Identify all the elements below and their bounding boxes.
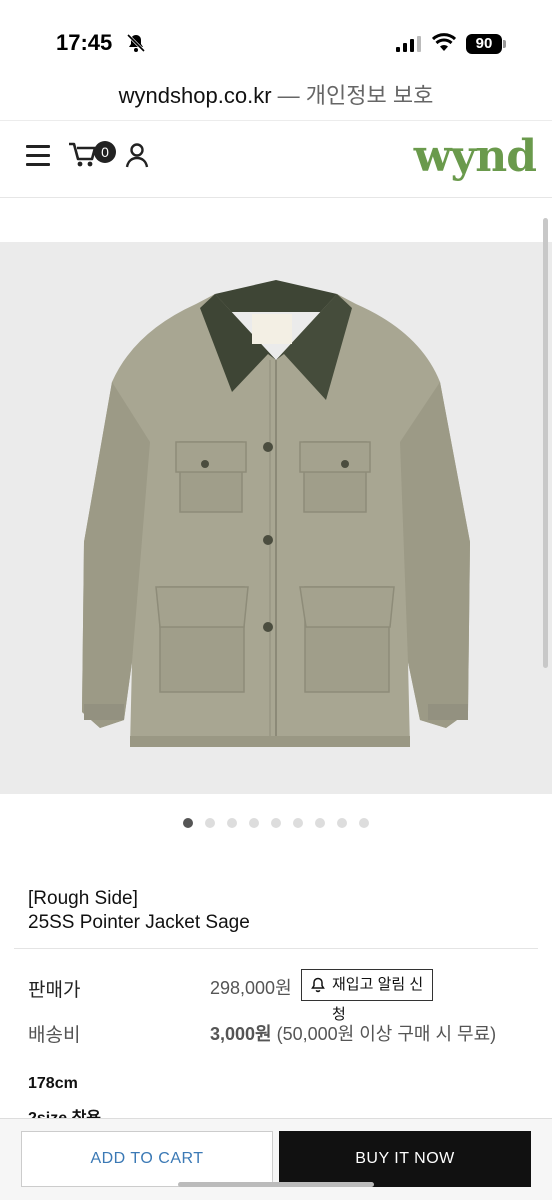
carousel-dot[interactable] (249, 818, 259, 828)
carousel-dot[interactable] (205, 818, 215, 828)
shipping-label: 배송비 (28, 1025, 81, 1046)
carousel-dot[interactable] (359, 818, 369, 828)
carousel-dot[interactable] (293, 818, 303, 828)
url-domain: wyndshop.co.kr (118, 83, 272, 108)
carousel-dot[interactable] (315, 818, 325, 828)
browser-url-bar[interactable]: wyndshop.co.kr — 개인정보 보호 (0, 78, 552, 118)
battery-indicator: 90 (466, 34, 502, 54)
sticky-action-bar: ADD TO CART BUY IT NOW (0, 1118, 552, 1200)
divider (14, 948, 538, 949)
product-brand: [Rough Side] (28, 888, 138, 909)
cellular-signal-icon (396, 36, 421, 52)
shipping-amount: 3,000원 (210, 1024, 272, 1044)
page-scrollbar[interactable] (543, 218, 548, 668)
add-to-cart-button[interactable]: ADD TO CART (21, 1131, 273, 1187)
product-price: 298,000원 (210, 978, 292, 998)
shipping-fee: 3,000원 (50,000원 이상 구매 시 무료) (210, 1020, 496, 1046)
image-carousel-dots (0, 818, 552, 828)
privacy-label: — 개인정보 보호 (271, 83, 434, 108)
product-image[interactable] (0, 242, 552, 794)
jacket-image (82, 280, 470, 747)
carousel-dot[interactable] (183, 818, 193, 828)
status-bar: 17:45 90 (0, 0, 552, 78)
bell-icon (311, 977, 325, 993)
wifi-icon (432, 33, 456, 51)
cart-count-badge: 0 (94, 141, 116, 163)
status-time: 17:45 (56, 30, 113, 55)
carousel-dot[interactable] (227, 818, 237, 828)
model-height: 178cm (28, 1075, 78, 1092)
battery-tip (503, 40, 506, 48)
price-label: 판매가 (28, 980, 81, 1001)
wynd-logo[interactable]: wynd (414, 131, 537, 182)
site-header: 0 wynd (0, 120, 552, 198)
buy-now-button[interactable]: BUY IT NOW (279, 1131, 531, 1187)
shipping-note: (50,000원 이상 구매 시 무료) (271, 1024, 497, 1044)
home-indicator[interactable] (178, 1182, 374, 1187)
silent-bell-icon (126, 33, 146, 53)
user-account-icon[interactable] (124, 141, 150, 169)
product-name: 25SS Pointer Jacket Sage (28, 912, 250, 933)
restock-alert-label: 재입고 알림 신청 (332, 976, 424, 1023)
hamburger-menu-icon[interactable] (26, 145, 50, 166)
restock-alert-button[interactable]: 재입고 알림 신청 (301, 969, 433, 1023)
carousel-dot[interactable] (271, 818, 281, 828)
carousel-dot[interactable] (337, 818, 347, 828)
